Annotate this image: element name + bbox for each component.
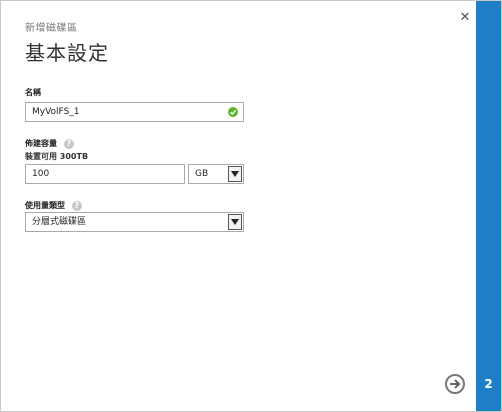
- capacity-unit-select[interactable]: GB: [188, 164, 244, 184]
- capacity-label-text: 佈建容量: [25, 139, 57, 148]
- chevron-down-icon: [228, 166, 242, 182]
- capacity-label: 佈建容量 ?: [25, 138, 74, 149]
- usage-type-label: 使用量類型 ?: [25, 200, 82, 211]
- check-icon: [228, 107, 238, 117]
- new-volume-dialog: 新增磁碟區 基本設定 ✕ 名稱 MyVolFS_1 佈建容量 ? 裝置可用 30…: [0, 0, 502, 412]
- usage-type-label-text: 使用量類型: [25, 201, 65, 210]
- help-icon[interactable]: ?: [63, 138, 74, 149]
- capacity-input-value: 100: [32, 169, 50, 179]
- step-number: 2: [484, 377, 493, 391]
- name-label-text: 名稱: [25, 88, 41, 97]
- next-button[interactable]: [445, 374, 465, 394]
- name-input[interactable]: MyVolFS_1: [25, 102, 244, 122]
- wizard-subtitle: 新增磁碟區: [25, 23, 78, 34]
- usage-type-value: 分層式磁碟區: [32, 217, 87, 227]
- capacity-available: 裝置可用 300TB: [25, 152, 89, 161]
- chevron-down-icon: [228, 214, 242, 230]
- help-icon[interactable]: ?: [71, 200, 82, 211]
- close-button[interactable]: ✕: [456, 9, 474, 27]
- capacity-unit-value: GB: [195, 169, 209, 179]
- page-title: 基本設定: [25, 41, 109, 65]
- close-icon: ✕: [459, 10, 471, 25]
- arrow-right-icon: [450, 379, 461, 389]
- step-sidebar: 2: [476, 1, 501, 411]
- usage-type-select[interactable]: 分層式磁碟區: [25, 212, 244, 232]
- capacity-input[interactable]: 100: [25, 164, 185, 184]
- name-label: 名稱: [25, 87, 41, 98]
- name-input-value: MyVolFS_1: [32, 107, 80, 117]
